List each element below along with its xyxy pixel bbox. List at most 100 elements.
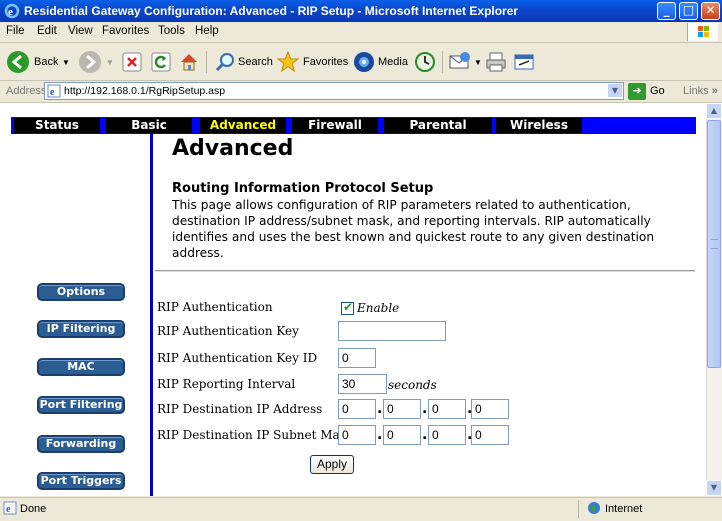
close-button[interactable]: ✕ (701, 2, 720, 20)
menu-help[interactable]: Help (195, 25, 219, 37)
menu-view[interactable]: View (68, 25, 93, 37)
search-button[interactable]: Search (212, 50, 273, 74)
svg-text:e: e (50, 87, 55, 98)
tab-wireless[interactable]: Wireless (496, 118, 582, 133)
search-icon (215, 53, 234, 72)
address-input[interactable]: e http://192.168.0.1/RgRipSetup.asp (44, 82, 624, 100)
page-title: Advanced (172, 136, 294, 161)
chevron-down-icon[interactable]: ▼ (474, 58, 482, 67)
toolbar-separator (206, 51, 207, 73)
rip-auth-key-input[interactable] (338, 321, 446, 341)
back-label: Back (34, 56, 59, 68)
printer-icon (486, 52, 506, 72)
rip-reporting-interval-input[interactable] (338, 374, 387, 394)
status-bar: e Done Internet (0, 497, 722, 521)
status-text: Done (20, 503, 47, 515)
links-button[interactable]: Links » (683, 85, 718, 97)
dest-ip-octet-2[interactable] (383, 399, 421, 419)
scroll-thumb[interactable] (707, 120, 721, 368)
go-arrow-icon[interactable]: ➜ (628, 83, 646, 100)
go-button[interactable]: Go (650, 85, 665, 97)
rip-auth-key-id-input[interactable] (338, 348, 376, 368)
tab-basic[interactable]: Basic (106, 118, 192, 133)
stop-icon (122, 52, 142, 72)
svg-text:e: e (8, 6, 13, 18)
media-label: Media (378, 56, 408, 68)
dest-mask-octet-1[interactable] (338, 425, 376, 445)
rip-auth-key-label: RIP Authentication Key (157, 324, 299, 338)
menu-edit[interactable]: Edit (37, 25, 57, 37)
stop-button[interactable] (120, 50, 144, 74)
tab-status[interactable]: Status (14, 118, 100, 133)
links-chevron-icon: » (711, 85, 718, 97)
sidebar-item-port-triggers[interactable]: Port Triggers (37, 472, 125, 490)
sidebar-item-forwarding[interactable]: Forwarding (37, 435, 125, 453)
toolbar-separator (442, 51, 443, 73)
edit-button[interactable] (512, 50, 536, 74)
rip-dest-ip-label: RIP Destination IP Address (157, 402, 323, 416)
menu-tools[interactable]: Tools (158, 25, 185, 37)
search-label: Search (238, 56, 273, 68)
windows-logo-icon (687, 23, 718, 41)
window-title-bar[interactable]: e Residential Gateway Configuration: Adv… (0, 0, 722, 22)
menu-bar: File Edit View Favorites Tools Help (0, 22, 722, 43)
history-button[interactable] (413, 50, 437, 74)
page-icon: e (47, 84, 61, 98)
address-dropdown-icon[interactable]: ▼ (607, 83, 623, 98)
mail-button[interactable]: ▼ (448, 50, 484, 74)
maximize-button[interactable]: □ (679, 2, 698, 20)
divider (155, 270, 695, 272)
seconds-unit-label: seconds (388, 378, 437, 392)
dest-ip-octet-3[interactable] (428, 399, 466, 419)
home-icon (181, 54, 197, 71)
dest-mask-octet-3[interactable] (428, 425, 466, 445)
minimize-button[interactable]: _ (657, 2, 676, 20)
window-title: Residential Gateway Configuration: Advan… (24, 4, 519, 18)
back-arrow-icon (7, 51, 29, 73)
sidebar-item-options[interactable]: Options (37, 283, 125, 301)
print-button[interactable] (484, 50, 508, 74)
section-description: This page allows configuration of RIP pa… (172, 198, 655, 260)
sidebar-item-port-filtering[interactable]: Port Filtering (37, 396, 125, 414)
tab-advanced[interactable]: Advanced (200, 118, 286, 133)
menu-file[interactable]: File (6, 25, 25, 37)
checkmark-icon: ✔ (343, 300, 354, 314)
menu-favorites[interactable]: Favorites (102, 25, 149, 37)
media-button[interactable]: Media (352, 50, 408, 74)
scroll-down-icon[interactable]: ▼ (706, 480, 722, 496)
page-content: Status Basic Advanced Firewall Parental … (0, 103, 706, 496)
favorites-button[interactable]: Favorites (276, 50, 348, 74)
forward-button[interactable]: ▼ (78, 50, 114, 74)
back-button[interactable]: Back ▼ (6, 50, 72, 74)
dest-mask-octet-2[interactable] (383, 425, 421, 445)
chevron-down-icon[interactable]: ▼ (62, 58, 70, 67)
chevron-down-icon[interactable]: ▼ (106, 58, 114, 67)
ip-separator: . (422, 427, 428, 443)
scroll-up-icon[interactable]: ▲ (706, 103, 722, 119)
dest-ip-octet-1[interactable] (338, 399, 376, 419)
tab-firewall[interactable]: Firewall (292, 118, 378, 133)
page-done-icon: e (3, 501, 17, 515)
history-icon (415, 52, 435, 72)
grip-icon (711, 239, 718, 249)
sidebar-item-ip-filtering[interactable]: IP Filtering (37, 320, 125, 338)
favorites-label: Favorites (303, 56, 349, 68)
globe-icon (588, 502, 600, 514)
dest-mask-octet-4[interactable] (471, 425, 509, 445)
security-zone: Internet (605, 503, 643, 515)
media-icon (354, 52, 374, 72)
home-button[interactable] (177, 50, 201, 74)
dest-ip-octet-4[interactable] (471, 399, 509, 419)
ip-separator: . (377, 427, 383, 443)
ip-separator: . (422, 401, 428, 417)
ie-logo-icon: e (4, 3, 20, 19)
tab-parental-control[interactable]: Parental Control (384, 118, 492, 147)
sidebar-item-mac-filtering[interactable]: MAC Filtering (37, 358, 125, 387)
refresh-button[interactable] (149, 50, 173, 74)
apply-button[interactable]: Apply (310, 455, 354, 474)
star-icon (276, 50, 300, 73)
rip-auth-key-id-label: RIP Authentication Key ID (157, 351, 318, 365)
rip-dest-mask-label: RIP Destination IP Subnet Mask (157, 428, 354, 442)
sidebar-divider (150, 134, 153, 496)
enable-checkbox[interactable]: ✔ (341, 300, 354, 315)
